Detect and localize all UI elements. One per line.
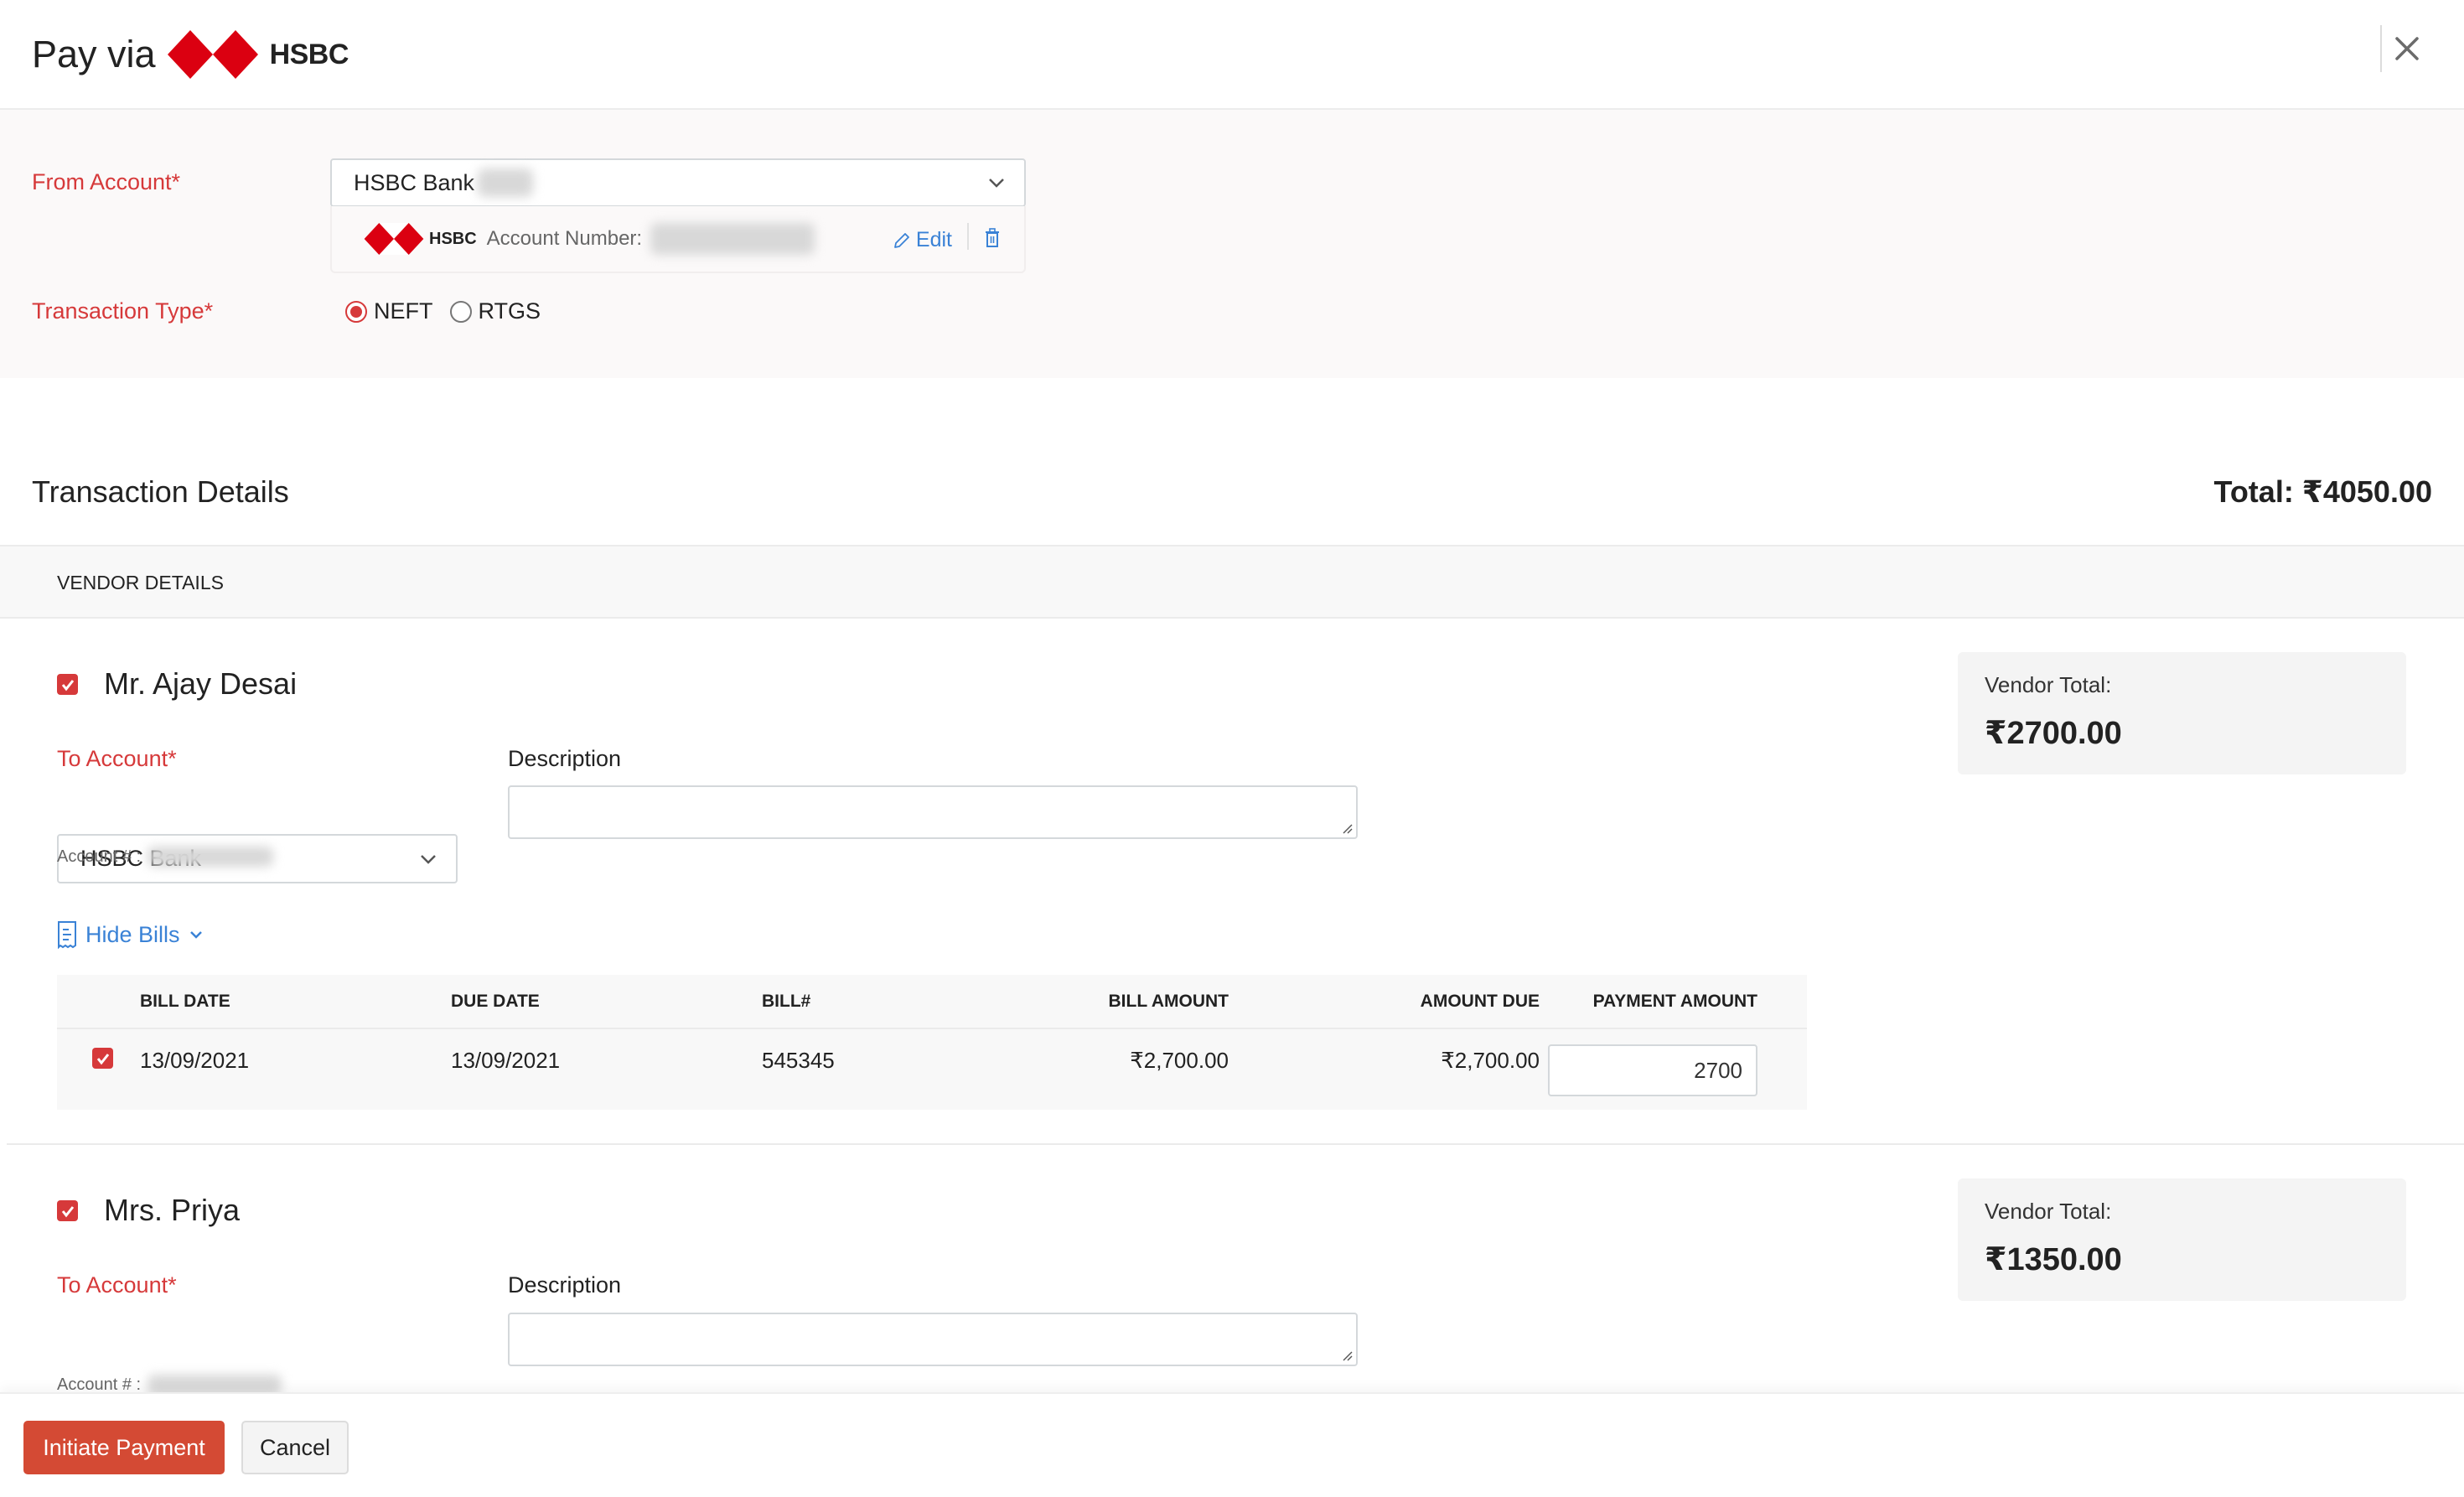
- vendor-name: Mr. Ajay Desai: [104, 666, 298, 701]
- account-number-label: Account Number:: [486, 227, 643, 250]
- edit-label: Edit: [915, 228, 952, 251]
- vendor-name: Mrs. Priya: [104, 1193, 240, 1227]
- bill-checkbox[interactable]: [92, 1048, 113, 1069]
- to-account-label: To Account*: [57, 1272, 177, 1298]
- from-account-info: HSBC Account Number: Edit: [330, 206, 1026, 273]
- transaction-total: Total: ₹4050.00: [2213, 474, 2433, 509]
- vendor-total-value: ₹1350.00: [1985, 1242, 2122, 1277]
- col-amount-due: AMOUNT DUE: [1420, 992, 1540, 1011]
- transaction-type-radio-group: NEFT RTGS: [345, 298, 541, 324]
- transaction-type-label: Transaction Type*: [32, 298, 214, 324]
- close-icon: [2395, 37, 2419, 60]
- vendor-details-bar: VENDOR DETAILS: [0, 545, 2464, 619]
- checkmark-icon: [61, 1205, 74, 1217]
- from-account-value: HSBC Bank: [354, 169, 475, 195]
- bills-table-header: BILL DATE DUE DATE BILL# BILL AMOUNT AMO…: [57, 975, 1807, 1029]
- vendor-checkbox[interactable]: [57, 674, 78, 695]
- pencil-icon: [894, 232, 909, 248]
- radio-rtgs-label: RTGS: [478, 298, 541, 324]
- vendor-checkbox[interactable]: [57, 1200, 78, 1221]
- hsbc-brand-text: HSBC: [269, 38, 349, 70]
- hide-bills-toggle[interactable]: Hide Bills: [57, 920, 204, 949]
- description-textarea[interactable]: [508, 785, 1358, 839]
- col-bill-amount: BILL AMOUNT: [1108, 992, 1229, 1011]
- hide-bills-label: Hide Bills: [85, 921, 180, 947]
- amount-due: ₹2,700.00: [1441, 1048, 1540, 1073]
- vendor-total-label: Vendor Total:: [1985, 672, 2112, 697]
- vendor-details-label: VENDOR DETAILS: [57, 572, 224, 593]
- vendor-total-box: Vendor Total: ₹2700.00: [1958, 652, 2406, 774]
- hsbc-logo-small-icon: [364, 223, 424, 255]
- vendor-total-label: Vendor Total:: [1985, 1199, 2112, 1224]
- cancel-button[interactable]: Cancel: [241, 1421, 349, 1474]
- title-prefix: Pay via: [32, 33, 156, 75]
- to-account-label: To Account*: [57, 746, 177, 771]
- redacted-vendor-account: [148, 847, 274, 867]
- trash-icon: [986, 228, 999, 247]
- radio-neft[interactable]: [345, 300, 367, 323]
- radio-rtgs[interactable]: [449, 300, 472, 323]
- modal-title: Pay via HSBC: [32, 30, 349, 79]
- vendor-account-number: Account # :: [57, 847, 274, 867]
- table-row: 13/09/2021 13/09/2021 545345 ₹2,700.00 ₹…: [57, 1029, 1807, 1110]
- vendor-total-value: ₹2700.00: [1985, 716, 2122, 751]
- hsbc-logo-icon: [167, 30, 258, 79]
- modal-footer: Initiate Payment Cancel: [0, 1392, 2464, 1497]
- col-payment-amount: PAYMENT AMOUNT: [1592, 992, 1757, 1011]
- chevron-down-icon: [189, 931, 202, 939]
- resize-grip-icon: [1343, 1351, 1353, 1361]
- col-bill-number: BILL#: [762, 992, 811, 1011]
- bill-number: 545345: [762, 1048, 835, 1073]
- description-textarea[interactable]: [508, 1313, 1358, 1366]
- modal-header: Pay via HSBC: [0, 0, 2464, 110]
- col-due-date: DUE DATE: [451, 992, 540, 1011]
- vendor-divider: [7, 1143, 2464, 1145]
- checkmark-icon: [61, 679, 74, 691]
- checkmark-icon: [96, 1053, 109, 1064]
- resize-grip-icon: [1343, 824, 1353, 834]
- description-label: Description: [508, 746, 622, 771]
- account-hash-label: Account # :: [57, 847, 142, 866]
- close-button[interactable]: [2390, 32, 2424, 65]
- initiate-payment-button[interactable]: Initiate Payment: [23, 1421, 225, 1474]
- edit-account-link[interactable]: Edit: [893, 228, 952, 252]
- col-bill-date: BILL DATE: [140, 992, 230, 1011]
- delete-account-button[interactable]: [984, 228, 1001, 254]
- due-date: 13/09/2021: [451, 1048, 561, 1073]
- radio-neft-label: NEFT: [374, 298, 433, 324]
- payment-amount-input[interactable]: 2700: [1548, 1044, 1757, 1096]
- from-account-label: From Account*: [32, 169, 181, 194]
- chevron-down-icon: [989, 179, 1004, 188]
- hsbc-small-text: HSBC: [429, 229, 477, 248]
- receipt-icon: [58, 921, 76, 949]
- bill-amount: ₹2,700.00: [1130, 1048, 1229, 1073]
- bill-date: 13/09/2021: [140, 1048, 250, 1073]
- from-account-select[interactable]: HSBC Bank: [330, 158, 1026, 207]
- action-separator: [967, 223, 969, 250]
- header-separator: [2380, 25, 2382, 72]
- redacted-account-number: [650, 223, 815, 255]
- redacted-account-suffix: [478, 168, 534, 197]
- transaction-details-heading: Transaction Details: [32, 474, 289, 509]
- description-label: Description: [508, 1272, 622, 1298]
- bills-table: BILL DATE DUE DATE BILL# BILL AMOUNT AMO…: [57, 975, 1807, 1110]
- vendor-total-box: Vendor Total: ₹1350.00: [1958, 1178, 2406, 1301]
- chevron-down-icon: [421, 854, 436, 864]
